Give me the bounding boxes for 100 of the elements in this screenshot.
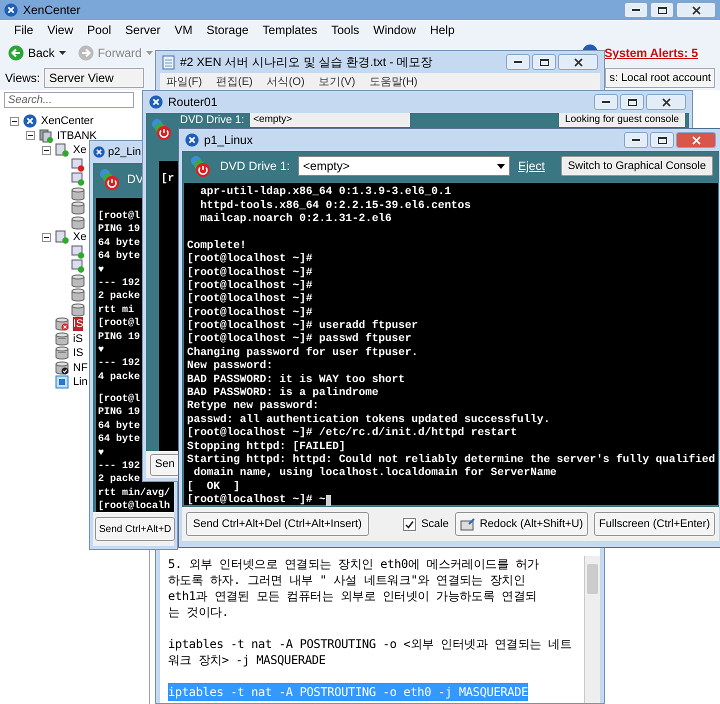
system-alerts-link[interactable]: System Alerts: 5 — [604, 44, 698, 62]
close-icon — [662, 98, 670, 106]
console-line: 64 byte — [98, 238, 140, 249]
menu-item[interactable]: Server — [125, 21, 161, 39]
tree-item[interactable]: NF — [73, 360, 88, 375]
console-line: 64 byte — [98, 251, 140, 262]
send-keys-button[interactable]: Send Ctrl+Alt+D — [95, 517, 176, 541]
maximize-button[interactable] — [650, 132, 674, 148]
menu-item[interactable]: Pool — [87, 21, 112, 39]
tree-item[interactable]: ITBANK — [57, 128, 97, 143]
dvd-drive-label: DVD Drive 1: — [180, 113, 244, 127]
console-line: 2 packe — [98, 474, 140, 486]
console-line: New password: — [187, 360, 273, 374]
redock-icon — [460, 517, 476, 531]
menu-item[interactable]: Templates — [262, 21, 318, 39]
views-label: Views: — [5, 70, 40, 87]
menu-item[interactable]: View — [47, 21, 74, 39]
console-line: [root@l — [98, 318, 140, 330]
console-line: PING 19 — [98, 407, 140, 418]
console-line: rtt mi — [98, 304, 134, 316]
console-line: [root@localhost ~]# passwd ftpuser — [187, 333, 412, 346]
maximize-button[interactable] — [650, 2, 674, 18]
fullscreen-button[interactable]: Fullscreen (Ctrl+Enter) — [594, 512, 715, 536]
switch-console-button[interactable]: Switch to Graphical Console — [560, 156, 713, 176]
window-title: p1_Linux — [204, 132, 254, 149]
collapse-toggle[interactable] — [42, 146, 51, 155]
guest-console-button[interactable]: Looking for guest console — [559, 113, 685, 127]
app-logo-icon — [4, 3, 18, 17]
menu-item[interactable]: Window — [373, 21, 416, 39]
menu-item[interactable]: 편집(E) — [216, 74, 253, 90]
console-line: [root@localhost ~]# ~ — [187, 494, 326, 508]
console-line: passwd: all authentication tokens updated successfully. — [187, 414, 550, 427]
menu-item[interactable]: Storage — [206, 21, 249, 39]
views-dropdown[interactable]: Server View — [44, 68, 144, 88]
console-line: Stopping httpd: [FAILED] — [187, 440, 346, 454]
menu-item[interactable]: 파일(F) — [166, 74, 202, 90]
scrollbar[interactable] — [584, 556, 600, 703]
menu-item[interactable]: 보기(V) — [318, 74, 356, 90]
vm-power-icon — [188, 154, 212, 178]
tree-item[interactable]: Xe — [73, 143, 86, 158]
send-keys-button[interactable]: Send Ctrl+Alt+Del (Ctrl+Alt+Insert) — [186, 512, 369, 536]
console-line: mailcap.noarch 0:2.1.31-2.el6 — [199, 212, 392, 226]
check-icon — [405, 520, 414, 528]
app-logo-icon — [185, 133, 199, 147]
eject-link[interactable]: Eject — [518, 157, 545, 175]
search-field[interactable]: Search... — [4, 92, 134, 108]
console-line: [ OK ] — [187, 480, 240, 494]
vm-running-icon — [71, 172, 85, 186]
template-icon — [55, 375, 69, 390]
collapse-toggle[interactable] — [26, 131, 35, 140]
console-line: [root@l — [98, 211, 140, 222]
close-button[interactable] — [646, 94, 686, 110]
redock-button[interactable]: Redock (Alt+Shift+U) — [454, 512, 588, 536]
window-title: XenCenter — [23, 2, 82, 19]
dvd-dropdown[interactable]: <empty> — [250, 113, 410, 127]
console-line: ♥ — [98, 344, 104, 356]
storage-icon — [55, 346, 69, 360]
tree-item[interactable]: IS — [73, 346, 84, 360]
close-icon — [692, 136, 700, 144]
menu-item[interactable]: File — [14, 21, 34, 39]
notepad-icon — [162, 54, 175, 70]
caret-icon[interactable] — [58, 51, 66, 55]
tree-item[interactable]: Xe — [73, 230, 86, 244]
console-line: domain name, using localhost.localdomain for ServerName — [192, 467, 557, 480]
tree-item[interactable]: IS — [73, 317, 84, 332]
tree-item[interactable]: Lin — [73, 375, 88, 390]
console-line: --- 192 — [98, 358, 140, 370]
tree-item[interactable]: XenCenter — [41, 114, 94, 128]
back-button[interactable]: Back — [8, 44, 55, 62]
send-keys-button[interactable]: Sen — [150, 454, 180, 476]
app-logo-icon — [149, 95, 163, 109]
console-line: 4 packe — [98, 372, 140, 383]
dvd-dropdown[interactable]: <empty> — [298, 156, 510, 176]
scale-checkbox[interactable] — [403, 518, 416, 530]
app-logo-icon — [93, 146, 105, 158]
menu-item[interactable]: 도움말(H) — [369, 74, 418, 90]
close-button[interactable] — [676, 2, 716, 18]
minimize-button[interactable] — [594, 94, 618, 110]
console-line: Complete! — [187, 240, 246, 253]
console-line: [root@localhost ~]# — [187, 280, 312, 293]
minimize-button[interactable] — [624, 132, 648, 148]
menu-item[interactable]: Tools — [331, 21, 360, 39]
minimize-button[interactable] — [506, 54, 530, 70]
console-line: --- 192 — [98, 461, 140, 472]
console-line: apr-util-ldap.x86_64 0:1.3.9-3.el6_0.1 — [199, 186, 452, 200]
minimize-button[interactable] — [624, 2, 648, 18]
close-button[interactable] — [558, 54, 598, 70]
collapse-toggle[interactable] — [42, 232, 51, 242]
vm-power-icon — [97, 167, 121, 191]
console-line: PING 19 — [98, 332, 140, 343]
maximize-button[interactable] — [620, 94, 644, 110]
maximize-button[interactable] — [532, 54, 556, 70]
menu-item[interactable]: 서식(O) — [266, 74, 305, 90]
menu-item[interactable]: VM — [174, 21, 193, 39]
console-line: [root@localhost ~]# /etc/rc.d/init.d/httpd restart — [187, 427, 518, 440]
menu-item[interactable]: Help — [430, 21, 455, 39]
server-icon — [55, 143, 69, 158]
tree-item[interactable]: iS — [73, 332, 83, 346]
storage-default-icon — [55, 360, 69, 375]
collapse-toggle[interactable] — [10, 116, 19, 126]
